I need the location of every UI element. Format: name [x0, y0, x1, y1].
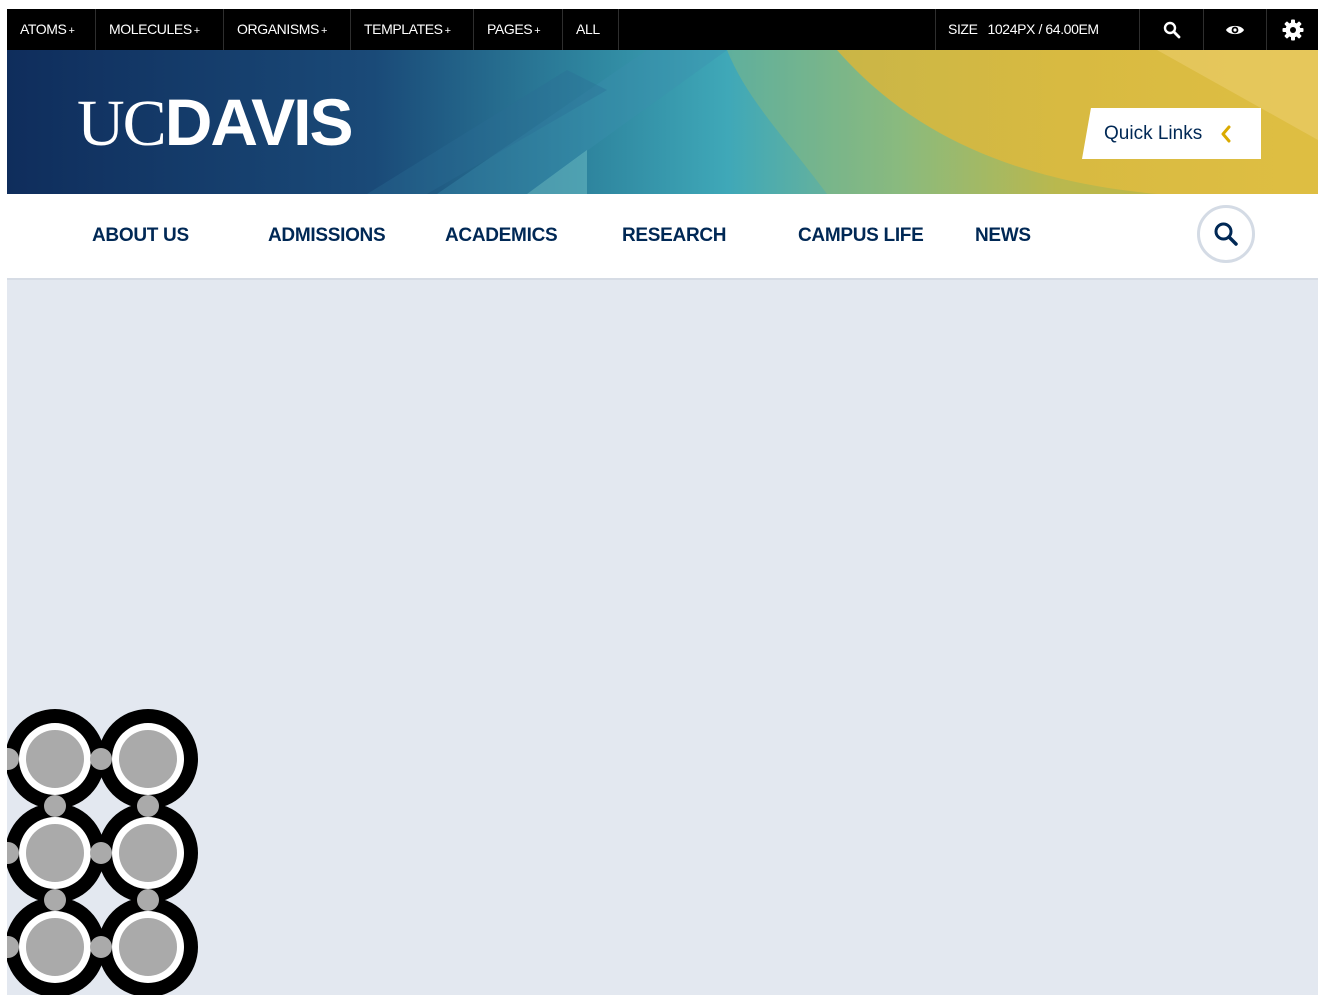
eye-icon — [1226, 25, 1244, 34]
nav-item-research[interactable]: RESEARCH — [622, 194, 727, 278]
toolbar-settings-button[interactable] — [1266, 9, 1318, 50]
site-search-button[interactable] — [1197, 205, 1255, 263]
menu-atoms-plus: + — [68, 25, 75, 37]
logo-uc-text: UC — [77, 87, 167, 160]
quick-links-button[interactable]: Quick Links — [1082, 108, 1261, 159]
menu-pages-label: PAGES — [487, 21, 533, 37]
menu-pages[interactable]: PAGES + — [474, 9, 563, 50]
menu-organisms-label: ORGANISMS — [237, 21, 319, 37]
pattern-lab-toolbar: ATOMS + MOLECULES + ORGANISMS + TEMPLATES + … — [7, 9, 1318, 50]
menu-organisms[interactable]: ORGANISMS + — [224, 9, 351, 50]
viewport-size-display[interactable]: SIZE 1024PX / 64.00EM — [935, 9, 1139, 50]
menu-molecules-plus: + — [193, 25, 200, 37]
size-label: SIZE — [948, 21, 978, 37]
menu-atoms-label: ATOMS — [20, 21, 67, 37]
nav-item-news[interactable]: NEWS — [975, 194, 1031, 278]
nav-item-about-us[interactable]: ABOUT US — [92, 194, 189, 278]
menu-all[interactable]: ALL — [563, 9, 619, 50]
size-value: 1024PX / 64.00EM — [987, 21, 1100, 37]
toolbar-search-button[interactable] — [1139, 9, 1203, 50]
menu-organisms-plus: + — [320, 25, 327, 37]
search-icon — [1214, 222, 1238, 246]
menu-templates[interactable]: TEMPLATES + — [351, 9, 474, 50]
gear-icon — [1282, 19, 1303, 40]
menu-molecules-label: MOLECULES — [109, 21, 192, 37]
site-header-banner: UCDAVIS Quick Links — [7, 50, 1318, 194]
menu-atoms[interactable]: ATOMS + — [7, 9, 96, 50]
search-icon — [1163, 21, 1180, 38]
logo-davis-text: DAVIS — [164, 85, 354, 159]
ucdavis-logo[interactable]: UCDAVIS — [77, 85, 354, 160]
nav-item-campus-life[interactable]: CAMPUS LIFE — [798, 194, 924, 278]
ring-pattern-icon — [7, 709, 198, 995]
menu-templates-label: TEMPLATES — [364, 21, 443, 37]
quick-links-label: Quick Links — [1104, 122, 1203, 144]
chevron-left-icon — [1220, 125, 1232, 143]
menu-templates-plus: + — [444, 25, 451, 37]
menu-pages-plus: + — [534, 25, 541, 37]
nav-item-admissions[interactable]: ADMISSIONS — [268, 194, 386, 278]
nav-item-academics[interactable]: ACADEMICS — [445, 194, 558, 278]
menu-all-label: ALL — [576, 21, 600, 37]
toolbar-view-button[interactable] — [1203, 9, 1266, 50]
main-navigation: ABOUT US ADMISSIONS ACADEMICS RESEARCH C… — [7, 194, 1318, 280]
menu-molecules[interactable]: MOLECULES + — [96, 9, 224, 50]
page-frame: ATOMS + MOLECULES + ORGANISMS + TEMPLATES + … — [7, 9, 1318, 995]
